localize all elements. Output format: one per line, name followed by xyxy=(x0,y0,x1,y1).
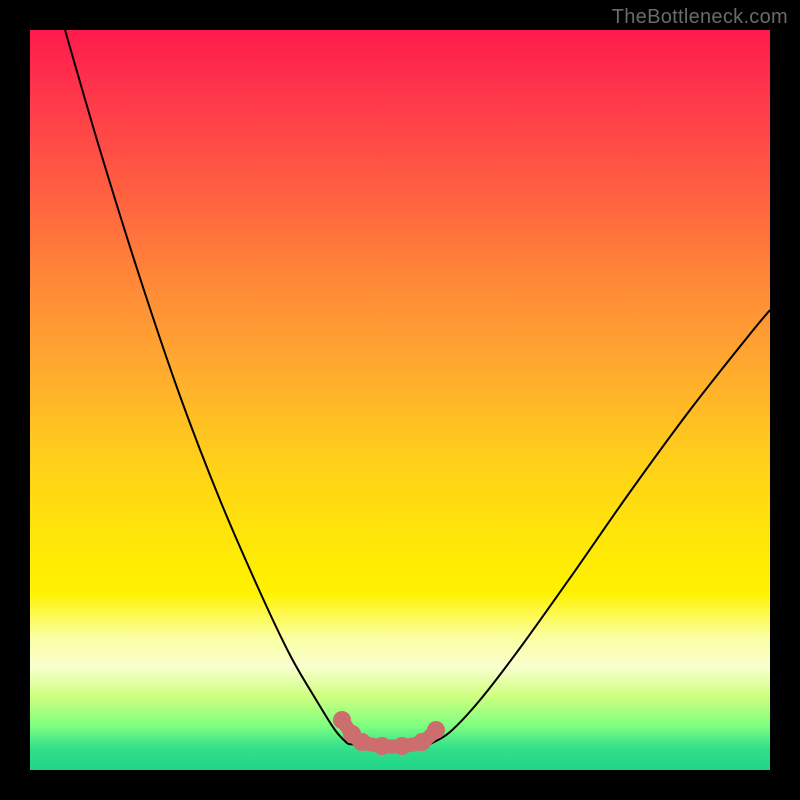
watermark-text: TheBottleneck.com xyxy=(612,6,788,29)
chart-svg xyxy=(30,30,770,770)
curve-left xyxy=(65,30,348,744)
bump-dot xyxy=(427,721,445,739)
bump-dot xyxy=(373,737,391,755)
bump-dot xyxy=(393,737,411,755)
bump-dot xyxy=(353,733,371,751)
bump-dot xyxy=(413,733,431,751)
chart-plot-area xyxy=(30,30,770,770)
curve-right xyxy=(430,310,770,744)
bump-dots-group xyxy=(333,711,445,755)
